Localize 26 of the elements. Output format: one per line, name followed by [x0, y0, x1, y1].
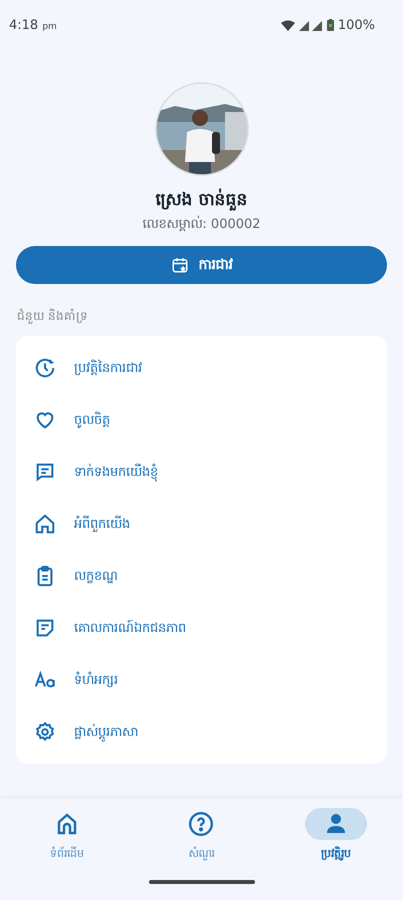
- chat-icon: [34, 461, 56, 483]
- clock-icon: [34, 357, 56, 379]
- status-time: 4:18 pm: [9, 18, 57, 32]
- nav-tab[interactable]: សំណួរ: [134, 808, 269, 876]
- user-id: លេខសម្គាល់: 000002: [141, 215, 262, 234]
- menu-item[interactable]: ប្រវត្តិនៃការជាវ: [16, 342, 387, 394]
- help-icon: [188, 811, 214, 837]
- home-icon: [34, 513, 56, 535]
- menu-item[interactable]: អំពីពួកយើង: [16, 498, 387, 550]
- subscription-button[interactable]: ការជាវ: [16, 246, 387, 284]
- battery-icon: [326, 19, 334, 31]
- nav-tab[interactable]: ប្រវត្តិរូប: [268, 808, 403, 876]
- menu-item[interactable]: ចូលចិត្ត: [16, 394, 387, 446]
- signal-icon: [298, 20, 323, 30]
- menu-item[interactable]: ទាក់ទងមកយើងខ្ញុំ: [16, 446, 387, 498]
- section-title: ជំនួយ និងគាំទ្រ: [17, 308, 89, 326]
- menu-item[interactable]: គោលការណ៍ឯកជនភាព: [16, 602, 387, 654]
- nav-tab[interactable]: ទំព័រដើម: [0, 808, 134, 876]
- note-icon: [34, 617, 56, 639]
- wifi-icon: [280, 20, 295, 30]
- menu-item[interactable]: ទំហំអក្សរ: [16, 654, 387, 706]
- user-name: ស្រេង ចាន់ធួន: [154, 188, 248, 213]
- menu-item[interactable]: ផ្លាស់ប្តូរភាសា: [16, 706, 387, 758]
- settings-icon: [34, 721, 56, 743]
- menu-item[interactable]: លក្ខខណ្ឌ: [16, 550, 387, 602]
- battery-percent: 100%: [338, 18, 375, 32]
